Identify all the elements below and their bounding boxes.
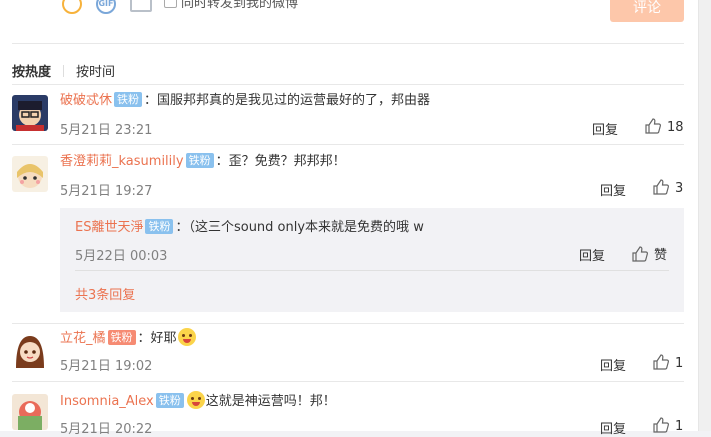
image-icon[interactable] — [130, 0, 152, 12]
comment-body: 破破忒休 铁粉 ：国服邦邦真的是我见过的运营最好的了，邦由器 — [60, 92, 430, 110]
like-button[interactable]: 1 — [653, 417, 683, 434]
reply-button[interactable]: 回复 — [600, 355, 626, 374]
divider — [12, 144, 684, 145]
sub-reply-box: ES離世天淨 铁粉 ：（这三个sound only本来就是免费的哦 w 5月22日 … — [60, 208, 684, 312]
sub-reply-body: ES離世天淨 铁粉 ：（这三个sound only本来就是免费的哦 w — [75, 219, 424, 237]
divider — [12, 381, 684, 382]
fan-badge[interactable]: 铁粉 — [185, 153, 214, 168]
reply-button[interactable]: 回复 — [600, 180, 626, 199]
sort-by-hot-tab[interactable]: 按热度 — [12, 65, 51, 80]
fan-badge[interactable]: 铁粉 — [155, 393, 184, 408]
like-label: 赞 — [654, 248, 668, 263]
comment-time: 5月21日 23:21 — [60, 123, 153, 138]
post-comment-button[interactable]: 评论 — [610, 0, 684, 22]
comment-time: 5月21日 19:02 — [60, 359, 153, 374]
comment-text: ：好耶 — [137, 331, 177, 346]
like-count: 3 — [675, 181, 684, 196]
comment-text: ：歪？免费？邦邦邦！ — [215, 154, 346, 169]
comment-text: ：（这三个sound only本来就是免费的哦 w — [175, 220, 424, 235]
thumbs-up-icon — [653, 179, 669, 195]
comment-time: 5月21日 20:22 — [60, 422, 153, 437]
username-link[interactable]: 破破忒休 — [60, 93, 112, 108]
username-link[interactable]: ES離世天淨 — [75, 220, 143, 235]
divider — [75, 270, 669, 271]
reply-button[interactable]: 回复 — [579, 245, 605, 264]
repost-checkbox-label: 同时转发到我的微博 — [181, 0, 299, 11]
like-count: 18 — [667, 120, 684, 135]
avatar[interactable] — [12, 95, 48, 131]
like-button[interactable]: 18 — [645, 118, 684, 135]
like-button[interactable]: 赞 — [632, 244, 667, 263]
username-link[interactable]: Insomnia_Alex — [60, 394, 154, 409]
scrollbar[interactable] — [698, 0, 711, 431]
comment-time: 5月21日 19:27 — [60, 184, 153, 199]
comment-text: ：国服邦邦真的是我见过的运营最好的了，邦由器 — [144, 93, 431, 108]
more-replies-link[interactable]: 共3条回复 — [75, 284, 135, 303]
laugh-emoji-icon — [177, 328, 196, 346]
like-button[interactable]: 1 — [653, 354, 683, 371]
divider — [12, 43, 684, 44]
fan-badge[interactable]: 铁粉 — [114, 92, 143, 107]
thumbs-up-icon — [645, 118, 661, 134]
fan-badge[interactable]: 铁粉 — [145, 219, 174, 234]
gif-icon[interactable]: GIF — [96, 0, 116, 14]
repost-checkbox[interactable] — [164, 0, 177, 8]
reply-button[interactable]: 回复 — [592, 119, 618, 138]
username-link[interactable]: 立花_橘 — [60, 331, 106, 346]
shocked-emoji-icon — [186, 391, 205, 409]
divider — [12, 84, 684, 85]
composer-toolbar: GIF 同时转发到我的微博 评论 — [0, 0, 698, 24]
avatar[interactable] — [12, 156, 48, 192]
reply-button[interactable]: 回复 — [600, 418, 626, 437]
username-link[interactable]: 香澄莉莉_kasumilily — [60, 154, 184, 169]
divider — [63, 65, 65, 77]
divider — [12, 323, 684, 324]
like-count: 1 — [675, 419, 684, 434]
like-count: 1 — [675, 356, 684, 371]
thumbs-up-icon — [653, 354, 669, 370]
thumbs-up-icon — [632, 246, 648, 262]
sort-tabs: 按热度 按时间 — [12, 61, 115, 80]
comment-time: 5月22日 00:03 — [75, 249, 168, 264]
comment-body: 立花_橘 铁粉 ：好耶 — [60, 328, 197, 348]
like-button[interactable]: 3 — [653, 179, 683, 196]
comment-body: 香澄莉莉_kasumilily 铁粉 ：歪？免费？邦邦邦！ — [60, 153, 346, 171]
comment-panel: GIF 同时转发到我的微博 评论 按热度 按时间 破破忒休 铁粉 ：国服邦邦真的是我见… — [0, 0, 698, 437]
sort-by-time-tab[interactable]: 按时间 — [76, 65, 115, 80]
avatar[interactable] — [12, 394, 48, 430]
avatar[interactable] — [12, 332, 48, 368]
comment-body: Insomnia_Alex 铁粉 这就是神运营吗！邦！ — [60, 391, 336, 411]
smile-emoji-icon[interactable] — [62, 0, 82, 14]
comment-text: 这就是神运营吗！邦！ — [205, 394, 336, 409]
fan-badge[interactable]: 铁粉 — [107, 330, 136, 345]
